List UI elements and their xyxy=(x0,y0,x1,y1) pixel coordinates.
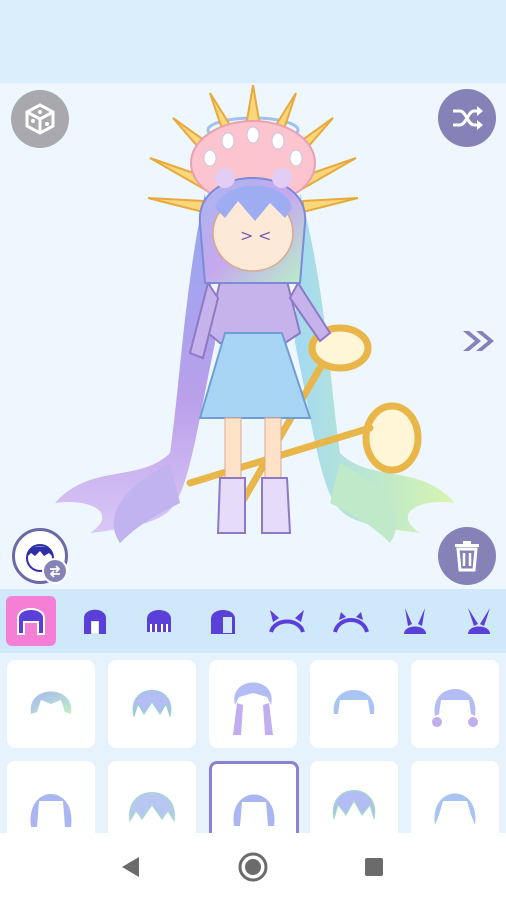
hair-item-3[interactable] xyxy=(209,660,297,748)
bunny-ears-icon xyxy=(404,608,426,634)
bunny-ears-alt-icon xyxy=(468,608,490,634)
hair-item-grid xyxy=(0,653,506,833)
random-dice-button[interactable] xyxy=(11,90,69,148)
bangs-icon xyxy=(147,610,171,632)
cat-ear-headband-icon xyxy=(333,612,369,633)
hair-style-icon xyxy=(30,794,72,827)
tab-side-hair[interactable] xyxy=(198,596,248,646)
nav-home-button[interactable] xyxy=(237,851,269,883)
double-chevron-right-icon xyxy=(463,331,494,351)
side-hair-icon xyxy=(211,610,235,634)
tab-horn-headband[interactable] xyxy=(262,596,312,646)
hair-item-1[interactable] xyxy=(7,660,95,748)
category-tab-bar xyxy=(0,589,506,653)
hair-style-icon xyxy=(132,690,172,718)
hair-item-9[interactable] xyxy=(310,761,398,833)
hair-style-icon xyxy=(432,689,478,727)
recents-square-icon xyxy=(365,858,383,876)
tab-front-hair[interactable] xyxy=(70,596,120,646)
hair-item-4[interactable] xyxy=(310,660,398,748)
nav-recents-button[interactable] xyxy=(358,851,390,883)
dice-icon xyxy=(25,103,55,135)
hair-style-icon xyxy=(434,793,476,825)
full-hair-icon xyxy=(17,608,45,635)
hair-item-5[interactable] xyxy=(411,660,499,748)
svg-text:<: < xyxy=(258,226,271,245)
next-page-button[interactable] xyxy=(460,326,498,356)
hair-style-icon xyxy=(333,690,375,714)
hair-item-2[interactable] xyxy=(108,660,196,748)
shuffle-icon xyxy=(453,106,483,130)
character-preview-stage: > < xyxy=(0,83,506,589)
front-hair-icon xyxy=(84,609,106,634)
top-banner-area xyxy=(0,0,506,83)
shuffle-button[interactable] xyxy=(438,89,496,147)
tab-cat-ear-headband[interactable] xyxy=(326,596,376,646)
swap-icon xyxy=(49,565,61,578)
hair-item-8[interactable] xyxy=(209,761,299,833)
tab-bunny-ears[interactable] xyxy=(390,596,440,646)
hair-style-icon xyxy=(30,691,72,714)
hair-item-10[interactable] xyxy=(411,761,499,833)
hair-style-icon xyxy=(233,682,273,735)
back-triangle-icon xyxy=(122,857,139,877)
hair-item-6[interactable] xyxy=(7,761,95,833)
trash-icon xyxy=(455,541,479,572)
system-navigation-bar xyxy=(0,833,506,900)
hair-style-icon xyxy=(129,792,175,823)
tab-full-hair[interactable] xyxy=(6,596,56,646)
tab-bangs[interactable] xyxy=(134,596,184,646)
svg-text:>: > xyxy=(240,226,253,245)
tab-bunny-ears-alt[interactable] xyxy=(454,596,504,646)
hair-style-icon xyxy=(233,794,275,826)
home-circle-icon xyxy=(238,852,268,882)
hair-item-7[interactable] xyxy=(108,761,196,833)
character-illustration: > < xyxy=(55,84,455,543)
horn-headband-icon xyxy=(269,610,305,633)
nav-back-button[interactable] xyxy=(114,851,146,883)
hair-style-icon xyxy=(332,790,376,820)
swap-badge xyxy=(42,558,68,584)
delete-item-button[interactable] xyxy=(438,527,496,585)
